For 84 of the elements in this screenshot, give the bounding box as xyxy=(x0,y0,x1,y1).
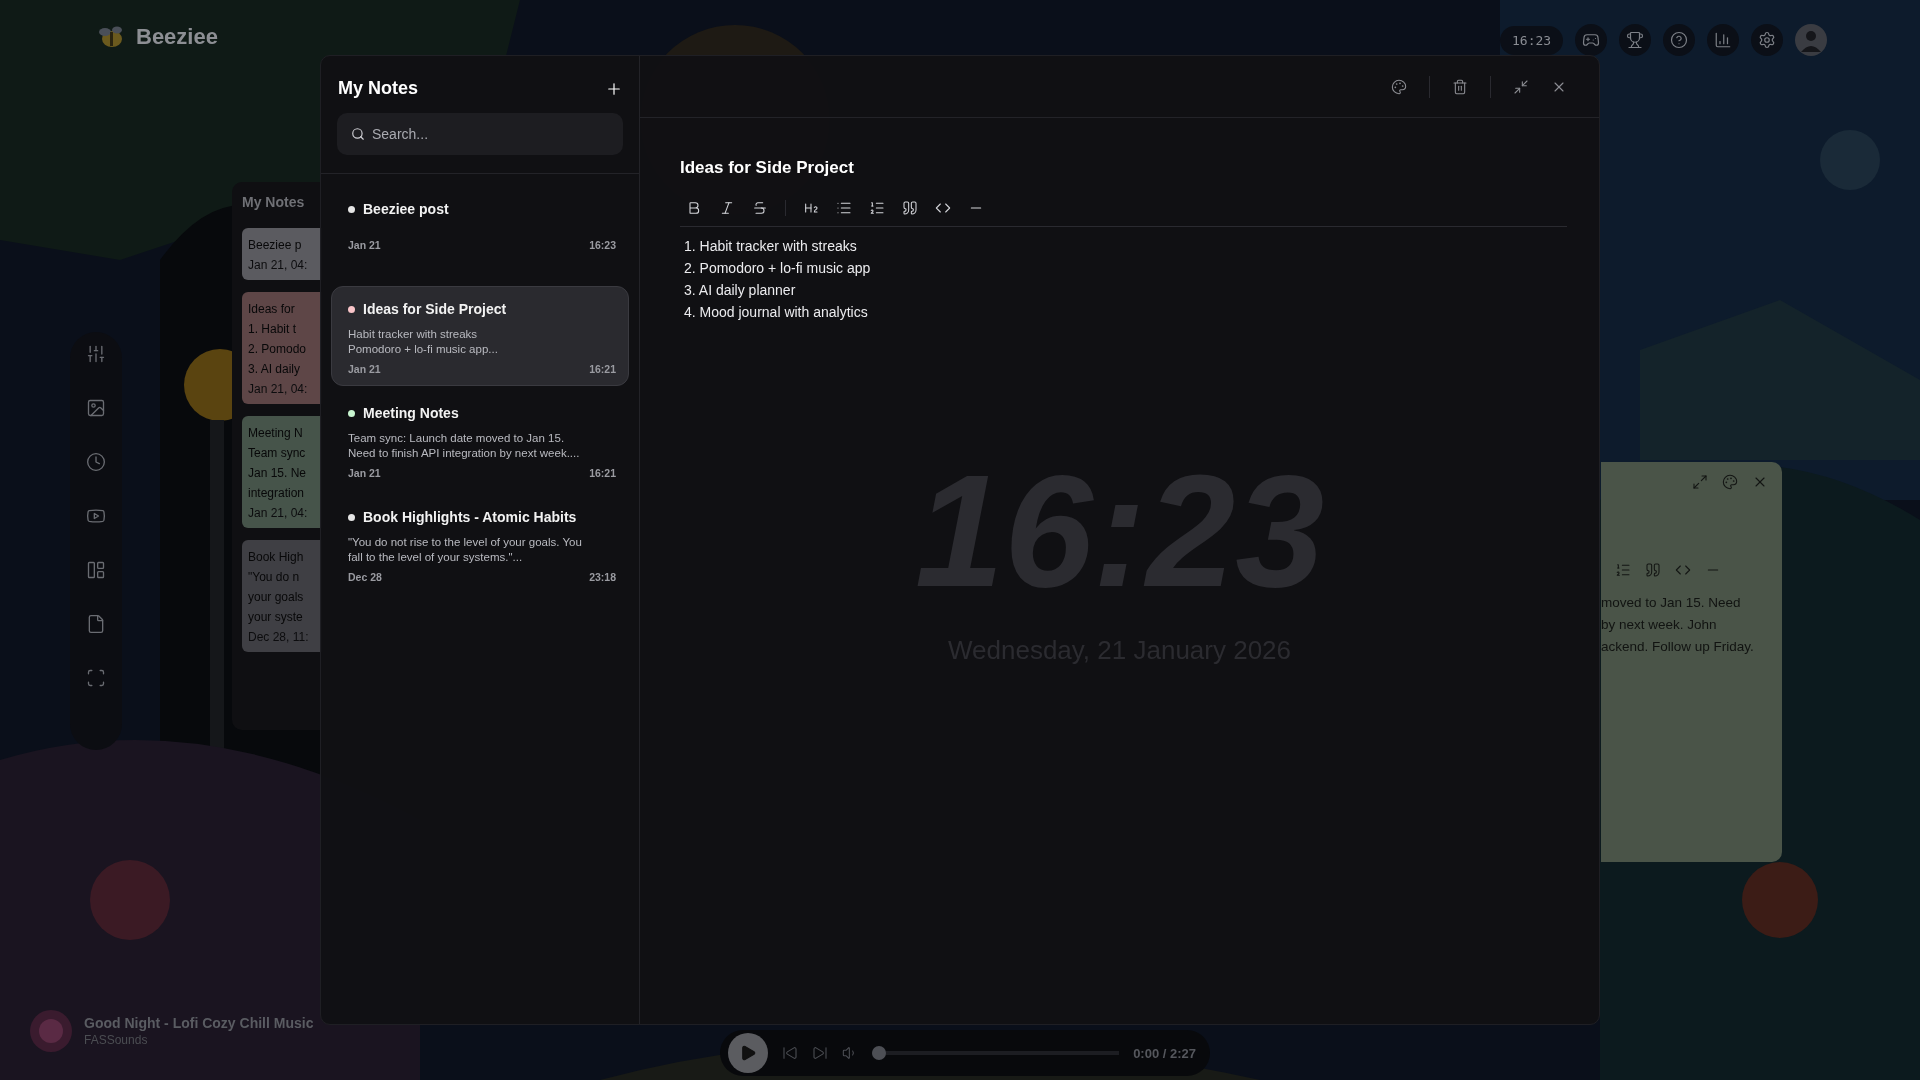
note-time: 23:18 xyxy=(589,571,616,583)
note-preview: Need to finish API integration by next week.... xyxy=(348,446,581,461)
fullscreen-icon[interactable] xyxy=(86,668,106,688)
track-title: Good Night - Lofi Cozy Chill Music xyxy=(84,1015,314,1031)
window-title: My Notes xyxy=(338,78,418,99)
note-preview: "You do not rise to the level of your goals. You xyxy=(348,535,583,550)
sliders-icon[interactable] xyxy=(86,344,106,364)
list-item-text: 3. AI daily planner xyxy=(684,281,797,299)
brand-name: Beeziee xyxy=(136,24,218,50)
code-icon[interactable] xyxy=(935,200,951,216)
note-date: Jan 21 xyxy=(348,363,381,375)
settings-icon xyxy=(1758,31,1777,49)
note-line: 3. AI daily xyxy=(248,362,302,376)
note-list-item[interactable]: Book Highlights - Atomic Habits "You do not rise to the level of your goals. You fall to the level of your systems."... Dec 28 23:18 xyxy=(331,494,629,594)
search-field[interactable]: Search... xyxy=(337,113,623,155)
note-text-line: ackend. Follow up Friday. xyxy=(1601,638,1755,656)
note-preview: Habit tracker with streaks xyxy=(348,327,479,342)
chart-icon xyxy=(1714,31,1733,49)
quote-icon[interactable] xyxy=(902,200,918,216)
note-line: 1. Habit t xyxy=(248,322,298,336)
note-title: Book Highlights - Atomic Habits xyxy=(363,509,577,525)
help-icon xyxy=(1670,31,1689,49)
play-icon xyxy=(739,1044,757,1062)
list-item-text: 2. Pomodoro + lo-fi music app xyxy=(684,259,872,277)
numbered-list-icon[interactable] xyxy=(869,200,885,216)
note-preview: Pomodoro + lo-fi music app... xyxy=(348,342,499,357)
note-text-line: moved to Jan 15. Need xyxy=(1601,594,1742,612)
note-line: Team sync xyxy=(248,446,307,460)
note-date: Jan 21 xyxy=(348,239,381,251)
gamepad-icon xyxy=(1582,31,1601,49)
strikethrough-icon[interactable] xyxy=(752,200,768,216)
italic-icon[interactable] xyxy=(719,200,735,216)
note-time: 16:21 xyxy=(589,467,616,479)
note-preview: Team sync: Launch date moved to Jan 15. xyxy=(348,431,566,446)
note-title: Book High xyxy=(248,550,305,564)
note-list-item[interactable]: Beeziee post Jan 21 16:23 xyxy=(331,186,629,282)
search-icon xyxy=(351,127,365,141)
bullet-list-icon[interactable] xyxy=(836,200,852,216)
track-artist: FASSounds xyxy=(84,1033,149,1047)
note-date: Jan 21, 04: xyxy=(248,382,309,396)
note-title: Beeziee p xyxy=(248,238,303,252)
trophy-icon xyxy=(1626,31,1645,49)
note-line: your goals xyxy=(248,590,305,604)
note-text-line: by next week. John xyxy=(1601,616,1718,634)
clock-icon[interactable] xyxy=(86,452,106,472)
palette-icon[interactable] xyxy=(1722,474,1738,490)
list-item-text: 4. Mood journal with analytics xyxy=(684,303,869,321)
minimize-icon[interactable] xyxy=(1513,78,1529,95)
video-icon[interactable] xyxy=(86,506,106,526)
note-heading[interactable]: Ideas for Side Project xyxy=(680,158,1567,178)
heading-icon[interactable] xyxy=(803,200,819,216)
image-icon[interactable] xyxy=(86,398,106,418)
palette-icon[interactable] xyxy=(1391,78,1407,95)
note-list-item[interactable]: Ideas for Side Project Habit tracker with streaks Pomodoro + lo-fi music app... Jan 21 16:21 xyxy=(331,286,629,386)
delete-icon[interactable] xyxy=(1452,78,1468,95)
note-line: your syste xyxy=(248,610,304,624)
expand-icon[interactable] xyxy=(1692,474,1708,490)
album-cover-icon xyxy=(30,1010,72,1052)
next-icon[interactable] xyxy=(812,1045,828,1061)
file-icon[interactable] xyxy=(86,614,106,634)
note-title: Ideas for Side Project xyxy=(363,301,507,317)
note-title: Meeting N xyxy=(248,426,304,440)
note-date: Jan 21, 04: xyxy=(248,258,309,272)
note-line: Jan 15. Ne xyxy=(248,466,308,480)
note-title: Beeziee post xyxy=(363,201,449,217)
play-button[interactable] xyxy=(728,1033,768,1073)
note-date: Jan 21 xyxy=(348,467,381,479)
layout-icon[interactable] xyxy=(86,560,106,580)
list-item-text: 1. Habit tracker with streaks xyxy=(684,237,858,255)
note-title: Meeting Notes xyxy=(363,405,459,421)
note-date: Dec 28 xyxy=(348,571,382,583)
note-line: integration xyxy=(248,486,306,500)
note-date: Jan 21, 04: xyxy=(248,506,309,520)
bold-icon[interactable] xyxy=(686,200,702,216)
track-time: 0:00 / 2:27 xyxy=(1133,1045,1196,1061)
previous-icon[interactable] xyxy=(782,1045,798,1061)
panel-title: My Notes xyxy=(242,194,306,210)
note-preview: fall to the level of your systems."... xyxy=(348,550,524,565)
note-list-item[interactable]: Meeting Notes Team sync: Launch date moved to Jan 15. Need to finish API integration by next week.... Jan 21 16:21 xyxy=(331,390,629,490)
note-time: 16:23 xyxy=(589,239,616,251)
note-time: 16:21 xyxy=(589,363,616,375)
note-line: 2. Pomodo xyxy=(248,342,308,356)
note-title: Ideas for xyxy=(248,302,296,316)
progress-thumb[interactable] xyxy=(872,1046,886,1060)
